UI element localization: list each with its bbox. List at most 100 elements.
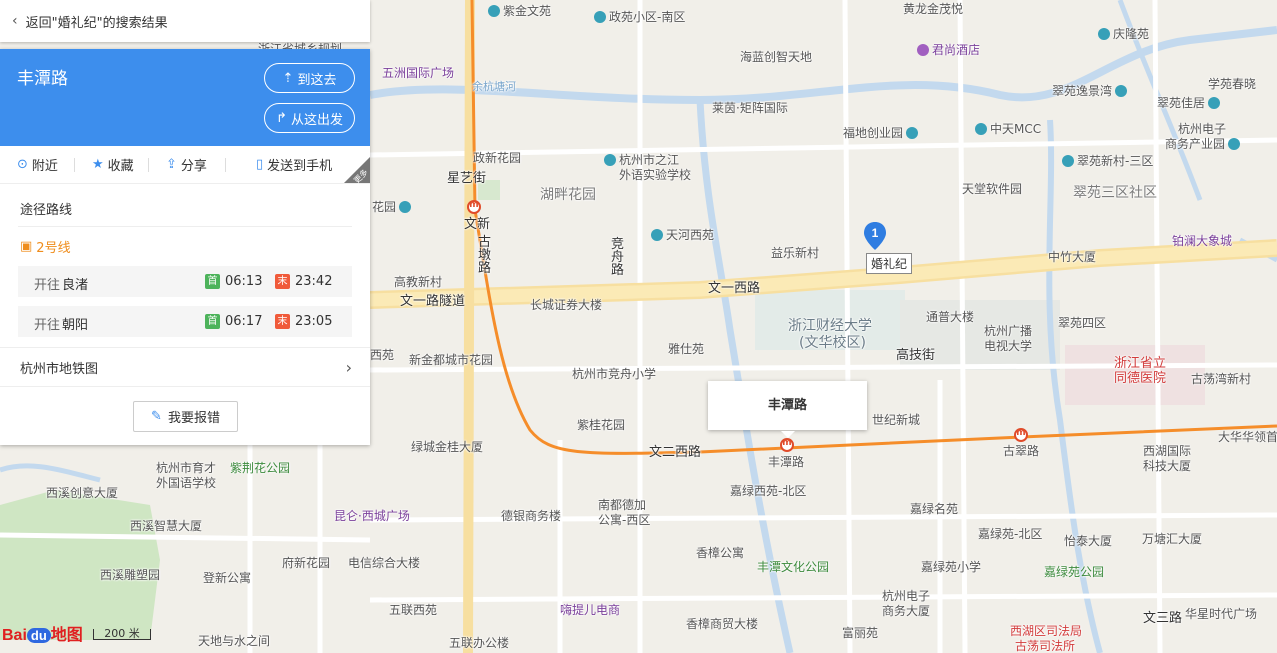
share-icon: ⇪ <box>166 157 177 172</box>
map-label[interactable]: 富丽苑 <box>842 626 878 640</box>
map-label[interactable]: 学苑春晓 <box>1208 77 1256 91</box>
map-label[interactable]: 五联办公楼 <box>449 636 509 650</box>
map-label[interactable]: 中天MCC <box>975 122 1041 136</box>
hospital-label[interactable]: 浙江省立 <box>1114 357 1166 371</box>
map-label[interactable]: 西溪智慧大厦 <box>130 519 202 533</box>
map-label[interactable]: 商务产业园 <box>1165 137 1243 151</box>
map-label[interactable]: 雅仕苑 <box>668 342 704 356</box>
map-label[interactable]: 铂澜大象城 <box>1172 234 1232 248</box>
park-label[interactable]: 丰潭文化公园 <box>757 560 829 574</box>
result-marker-icon[interactable]: 1 <box>864 222 886 250</box>
map-label[interactable]: 海蓝创智天地 <box>740 50 812 64</box>
map-label[interactable]: 翠苑新村-三区 <box>1062 154 1153 168</box>
edit-icon: ✎ <box>151 409 162 424</box>
map-label[interactable]: 香樟公寓 <box>696 546 744 560</box>
divider <box>225 158 226 172</box>
map-label[interactable]: 南都德加 <box>598 498 646 512</box>
map-label[interactable]: 五洲国际广场 <box>382 66 454 80</box>
map-label[interactable]: 紫金文苑 <box>488 4 551 18</box>
map-label[interactable]: 新金都城市花园 <box>409 353 493 367</box>
map-label[interactable]: 君尚酒店 <box>917 43 980 57</box>
back-to-results[interactable]: ‹ 返回"婚礼纪"的搜索结果 <box>0 0 370 42</box>
station-label[interactable]: 古翠路 <box>1003 444 1039 458</box>
map-label[interactable]: 杭州广播 <box>984 324 1032 338</box>
map-label[interactable]: 嘉绿西苑-北区 <box>730 484 806 498</box>
map-label[interactable]: 通普大楼 <box>926 310 974 324</box>
metro-station-icon[interactable] <box>1014 428 1028 442</box>
map-label[interactable]: 庆隆苑 <box>1098 27 1149 41</box>
map-label[interactable]: 杭州市育才 <box>156 461 216 475</box>
map-label[interactable]: 益乐新村 <box>771 246 819 260</box>
map-label[interactable]: 天地与水之间 <box>198 634 270 648</box>
area-label: 翠苑三区社区 <box>1073 185 1157 201</box>
map-label[interactable]: 紫桂花园 <box>577 418 625 432</box>
map-label[interactable]: 嘉绿名苑 <box>910 502 958 516</box>
baidu-map-logo: Bai du 地图 <box>2 627 83 644</box>
campus-label[interactable]: 浙江财经大学 <box>788 318 872 335</box>
map-label[interactable]: 长城证券大楼 <box>530 298 602 312</box>
direction-row[interactable]: 开往 朝阳 首 06:17 末 23:05 <box>18 306 352 337</box>
map-label[interactable]: 德银商务楼 <box>501 509 561 523</box>
map-label[interactable]: 嗨提儿电商 <box>560 603 620 617</box>
map-label[interactable]: 福地创业园 <box>843 126 921 140</box>
metro-map-link[interactable]: 杭州市地铁图 › <box>0 347 370 387</box>
map-label[interactable]: 华星时代广场 <box>1185 607 1257 621</box>
map-label[interactable]: 翠苑逸景湾 <box>1052 84 1130 98</box>
go-here-button[interactable]: ⇡ 到这去 <box>264 63 355 93</box>
action-bar: ⊙ 附近 ★ 收藏 ⇪ 分享 ▯ 发送到手机 更多 <box>0 146 370 185</box>
map-label[interactable]: 天河西苑 <box>651 228 714 242</box>
map-label[interactable]: 香樟商贸大楼 <box>686 617 758 631</box>
map-label[interactable]: 天堂软件园 <box>962 182 1022 196</box>
station-popup[interactable]: 丰潭路 <box>708 381 867 438</box>
report-error-button[interactable]: ✎ 我要报错 <box>133 401 238 432</box>
map-label[interactable]: 黄龙金茂悦 <box>903 2 963 16</box>
map-label[interactable]: 高教新村 <box>394 275 442 289</box>
map-label[interactable]: 政苑小区-南区 <box>594 10 685 24</box>
map-label[interactable]: 五联西苑 <box>389 603 437 617</box>
first-train-badge: 首 <box>205 274 220 289</box>
map-label[interactable]: 世纪新城 <box>872 413 920 427</box>
map-label[interactable]: 西苑 <box>370 348 394 362</box>
map-label[interactable]: 翠苑佳居 <box>1157 96 1223 110</box>
map-label[interactable]: 古荡湾新村 <box>1191 372 1251 386</box>
map-label[interactable]: 杭州市竞舟小学 <box>572 367 656 381</box>
map-label[interactable]: 中竹大厦 <box>1048 250 1096 264</box>
map-label[interactable]: 怡泰大厦 <box>1064 534 1112 548</box>
map-label[interactable]: 万塘汇大厦 <box>1142 532 1202 546</box>
map-label[interactable]: 西湖国际 <box>1143 444 1191 458</box>
turn-right-icon: ↱ <box>276 110 287 126</box>
map-label[interactable]: 花园 <box>372 200 414 214</box>
map-label[interactable]: 昆仑·西城广场 <box>334 509 410 523</box>
share-button[interactable]: ⇪ 分享 <box>166 155 207 174</box>
marker-label[interactable]: 婚礼纪 <box>866 253 913 274</box>
metro-station-icon[interactable] <box>780 438 794 452</box>
map-label[interactable]: 电信综合大楼 <box>348 556 420 570</box>
map-label[interactable]: 西湖区司法局 <box>1010 624 1082 638</box>
map-label[interactable]: 嘉绿苑-北区 <box>978 527 1042 541</box>
metro-line[interactable]: ▣ 2号线 <box>0 227 370 262</box>
map-label[interactable]: 大华华领首 <box>1218 430 1277 444</box>
direction-row[interactable]: 开往 良渚 首 06:13 末 23:42 <box>18 266 352 297</box>
favorite-button[interactable]: ★ 收藏 <box>92 155 134 174</box>
metro-station-icon[interactable] <box>467 200 481 214</box>
nearby-button[interactable]: ⊙ 附近 <box>17 155 58 174</box>
map-label[interactable]: 杭州电子 <box>882 589 930 603</box>
map-label[interactable]: 绿城金桂大厦 <box>411 440 483 454</box>
map-label[interactable]: 府新花园 <box>282 556 330 570</box>
map-label[interactable]: 登新公寓 <box>203 571 251 585</box>
map-label[interactable]: 翠苑四区 <box>1058 316 1106 330</box>
map-label[interactable]: 政新花园 <box>473 151 521 165</box>
park-label[interactable]: 紫荆花公园 <box>230 461 290 475</box>
map-label[interactable]: 莱茵·矩阵国际 <box>712 101 788 115</box>
road-label: 文三路 <box>1143 611 1183 626</box>
station-label[interactable]: 丰潭路 <box>768 455 804 469</box>
map-label[interactable]: 西溪雕塑园 <box>100 568 160 582</box>
park-label[interactable]: 嘉绿苑公园 <box>1044 565 1104 579</box>
from-here-button[interactable]: ↱ 从这出发 <box>264 103 355 133</box>
map-label[interactable]: 杭州电子 <box>1178 122 1226 136</box>
divider <box>74 158 75 172</box>
map-label[interactable]: 杭州市之江 <box>604 153 679 167</box>
map-label[interactable]: 嘉绿苑小学 <box>921 560 981 574</box>
send-to-phone-button[interactable]: ▯ 发送到手机 <box>256 155 332 174</box>
map-label[interactable]: 西溪创意大厦 <box>46 486 118 500</box>
